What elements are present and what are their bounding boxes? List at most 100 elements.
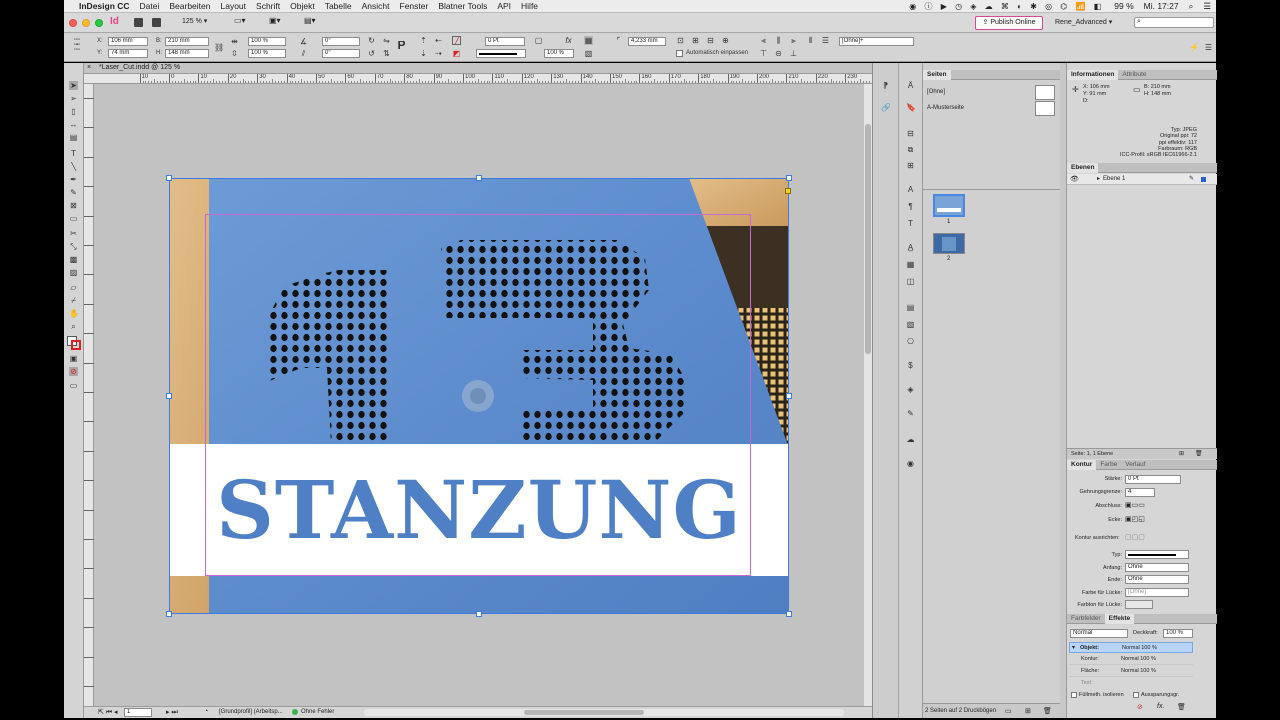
scale-y-field[interactable]: 100 % — [248, 49, 286, 58]
paragraph-panel-icon[interactable]: ¶ — [906, 202, 915, 211]
rectangle-frame-tool-icon[interactable]: ⊠ — [69, 201, 78, 210]
glyphs-icon[interactable]: Ä — [906, 81, 915, 90]
gap-color-select[interactable]: [Ohne] — [1125, 588, 1189, 597]
page-tool-icon[interactable]: ▯ — [69, 107, 78, 116]
flip-h-icon[interactable]: ⇋ — [382, 36, 391, 45]
center-content-icon[interactable]: ⊕ — [721, 36, 730, 45]
frame-handle-br[interactable] — [786, 611, 792, 617]
next-page-icon[interactable]: ▸ ⏭ — [166, 708, 178, 717]
object-styles-icon[interactable]: ◫ — [906, 277, 915, 286]
transform-panel-icon[interactable]: ⊞ — [906, 161, 915, 170]
type-tool-icon[interactable]: T — [69, 149, 78, 158]
tags-icon[interactable]: ⎔ — [906, 337, 915, 346]
corner-options-handle[interactable] — [785, 188, 791, 194]
character-styles-icon[interactable]: T — [906, 219, 915, 228]
frame-handle-bc[interactable] — [476, 611, 482, 617]
text-wrap-icon[interactable]: ▦ — [584, 36, 593, 45]
formatting-container-icon[interactable]: ▣ — [69, 354, 78, 363]
layer-name[interactable]: Ebene 1 — [1103, 176, 1125, 182]
align-stroke-buttons[interactable]: ▢▢▢ — [1125, 533, 1145, 541]
height-field[interactable]: 148 mm — [165, 49, 209, 58]
isolate-checkbox[interactable] — [1071, 692, 1077, 698]
vertical-scrollbar[interactable] — [864, 84, 872, 706]
fill-swatch-icon[interactable]: ╱ — [452, 36, 461, 45]
stroke-type-select[interactable] — [476, 49, 526, 58]
swatches-tab[interactable]: Farbfelder — [1067, 614, 1105, 624]
panel-menu-icon[interactable]: ☰ — [1204, 43, 1213, 52]
object-style-select[interactable]: [Ohne]+ — [839, 37, 914, 46]
fit-content-icon[interactable]: ⊡ — [676, 36, 685, 45]
color-tab[interactable]: Farbe — [1096, 460, 1121, 470]
layer-pen-icon[interactable]: ✎ — [1189, 175, 1194, 182]
view-options-icon[interactable]: ▭▾ — [234, 16, 246, 25]
rotate-cw-icon[interactable]: ↻ — [367, 36, 376, 45]
align-bottom-icon[interactable]: ⊥ — [789, 49, 798, 58]
arrange-documents-icon[interactable]: ▤▾ — [304, 16, 316, 25]
new-page-icon[interactable]: ⊞ — [1025, 707, 1031, 715]
eyedropper-tool-icon[interactable]: ⌿ — [69, 296, 78, 305]
apply-none-icon[interactable]: ⊘ — [69, 367, 78, 376]
note-tool-icon[interactable]: ▱ — [69, 283, 78, 292]
scripts-icon[interactable]: $ — [906, 361, 915, 370]
cell-styles-icon[interactable]: ▧ — [906, 320, 915, 329]
color-theme-icon[interactable]: ◉ — [906, 459, 915, 468]
preflight-profile[interactable]: [Grundprofil] (Arbeitsp... — [219, 709, 283, 715]
attributes-tab[interactable]: Attribute — [1118, 70, 1150, 80]
align-center-icon[interactable]: ⫼ — [774, 36, 783, 45]
free-transform-tool-icon[interactable]: ⤡ — [69, 242, 78, 251]
paragraph-styles-icon[interactable]: ⁋ — [881, 81, 890, 90]
rotate-ccw-icon[interactable]: ↺ — [367, 49, 376, 58]
frame-handle-ml[interactable] — [166, 393, 172, 399]
gradient-tab[interactable]: Verlauf — [1121, 460, 1149, 470]
page-number-field[interactable]: 1 — [124, 708, 152, 717]
fx-menu-icon[interactable]: fx. — [1157, 703, 1164, 710]
swatches-icon[interactable]: ▦ — [906, 260, 915, 269]
stroke-weight-field[interactable]: 0 Pt — [485, 37, 525, 46]
y-field[interactable]: 74 mm — [108, 49, 148, 58]
cc-libraries-icon[interactable]: ☁ — [906, 435, 915, 444]
distribute-v-icon[interactable]: ☰ — [821, 36, 830, 45]
master-none[interactable]: [Ohne] — [925, 85, 1057, 101]
publish-online-button[interactable]: ⇪ Publish Online — [975, 16, 1043, 30]
knockout-checkbox[interactable] — [1133, 692, 1139, 698]
frame-handle-tl[interactable] — [166, 175, 172, 181]
spotlight-icon[interactable]: ⌕ — [1184, 1, 1199, 12]
gradient-feather-tool-icon[interactable]: ▨ — [69, 268, 78, 277]
lightning-icon[interactable]: ⚡ — [1189, 43, 1198, 52]
align-left-icon[interactable]: ⫷ — [759, 36, 768, 45]
menu-fenster[interactable]: Fenster — [395, 1, 434, 11]
layer-expand-icon[interactable]: ▸ — [1097, 175, 1100, 182]
frame-corner-icon[interactable]: ⌜ — [614, 36, 623, 45]
zoom-tool-icon[interactable]: ⌕ — [69, 322, 78, 331]
open-page-icon[interactable]: ◔ — [204, 708, 208, 715]
preflight-status[interactable]: Ohne Fehler — [301, 709, 334, 715]
flip-v-icon[interactable]: ⇅ — [382, 49, 391, 58]
selection-tool-icon[interactable]: ➤ — [69, 81, 78, 90]
menu-list-icon[interactable]: ☰ — [1198, 1, 1216, 12]
horizontal-scrollbar[interactable] — [364, 709, 844, 716]
frame-handle-tr[interactable] — [786, 175, 792, 181]
gap-tint-input[interactable] — [1125, 600, 1153, 609]
layers-panel-icon[interactable]: ◈ — [906, 385, 915, 394]
chain-link-icon[interactable]: ⛓ — [214, 43, 223, 52]
start-select[interactable]: Ohne — [1125, 563, 1189, 572]
shear-field[interactable]: 0° — [322, 49, 360, 58]
opacity-field[interactable]: 100 % — [544, 49, 574, 58]
status-icons[interactable]: ◉ ⓘ ▶ ◷ ◈ ☁ ⌘ ◐ ✱ ◎ ⌬ 📶 ◧ — [904, 1, 1109, 12]
links-icon[interactable]: 🔗 — [881, 103, 890, 112]
zoom-window-button[interactable] — [95, 19, 103, 27]
vertical-scroll-thumb[interactable] — [865, 124, 871, 354]
bridge-icon[interactable] — [134, 18, 143, 27]
delete-effect-icon[interactable]: 🗑 — [1177, 703, 1186, 711]
stroke-type-input[interactable] — [1125, 550, 1189, 559]
reference-point-icon[interactable]: ▫▫▫ ▫▪▫ ▫▫▫ — [69, 38, 85, 54]
glyph-styles-icon[interactable]: A̲ — [906, 243, 915, 252]
line-tool-icon[interactable]: ╲ — [69, 162, 78, 171]
menu-app-name[interactable]: InDesign CC — [74, 1, 135, 11]
battery-status[interactable]: 99 % — [1109, 1, 1138, 11]
hand-tool-icon[interactable]: ✋ — [69, 309, 78, 318]
pen-tool-icon[interactable]: ✒ — [69, 175, 78, 184]
menu-datei[interactable]: Datei — [135, 1, 165, 11]
direct-selection-tool-icon[interactable]: ➢ — [69, 94, 78, 103]
workspace-switcher[interactable]: Rene_Advanced ▾ — [1055, 18, 1112, 26]
